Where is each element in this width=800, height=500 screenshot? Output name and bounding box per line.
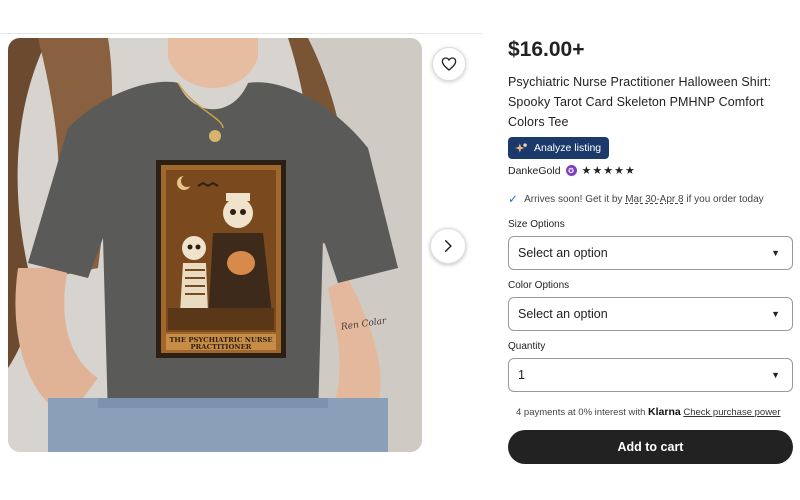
arrival-info: ✓ Arrives soon! Get it by Mar 30-Apr 8 i…	[508, 192, 764, 206]
arrival-prefix: Arrives soon! Get it by	[524, 193, 623, 205]
caret-down-icon: ▼	[771, 370, 780, 380]
listing-title: Psychiatric Nurse Practitioner Halloween…	[508, 75, 772, 129]
quantity-label: Quantity	[508, 341, 546, 352]
favorite-button[interactable]	[432, 47, 466, 81]
size-select-value: Select an option	[518, 246, 608, 260]
shop-name[interactable]: DankeGold	[508, 165, 561, 177]
sparkle-icon	[515, 143, 527, 153]
shop-row: DankeGold ✪ ★★★★★	[508, 164, 636, 178]
product-photo: THE PSYCHIATRIC NURSE PRACTITIONER Ren C…	[8, 38, 422, 452]
price: $16.00+	[508, 38, 585, 61]
quantity-select[interactable]: 1 ▼	[508, 358, 793, 392]
klarna-logo: Klarna	[648, 406, 681, 418]
klarna-text: 4 payments at 0% interest with	[516, 407, 646, 418]
check-purchase-power-link[interactable]: Check purchase power	[683, 407, 780, 418]
analyze-listing-button[interactable]: Analyze listing	[508, 137, 610, 159]
analyze-listing-label: Analyze listing	[534, 142, 602, 154]
chevron-right-icon	[444, 240, 452, 252]
rating-stars[interactable]: ★★★★★	[582, 164, 636, 177]
card-caption-line2: PRACTITIONER	[191, 343, 252, 351]
check-icon: ✓	[508, 192, 519, 206]
color-options-label: Color Options	[508, 280, 570, 291]
caret-down-icon: ▼	[771, 309, 780, 319]
star-seller-icon: ✪	[565, 165, 577, 176]
top-divider	[0, 33, 482, 34]
color-select-value: Select an option	[518, 307, 608, 321]
arrival-dates[interactable]: Mar 30-Apr 8	[625, 194, 683, 205]
quantity-select-value: 1	[518, 368, 525, 382]
size-options-label: Size Options	[508, 219, 565, 230]
next-image-button[interactable]	[430, 228, 466, 264]
caret-down-icon: ▼	[771, 248, 780, 258]
add-to-cart-button[interactable]: Add to cart	[508, 430, 793, 464]
arrival-suffix: if you order today	[686, 193, 764, 205]
product-image[interactable]: THE PSYCHIATRIC NURSE PRACTITIONER Ren C…	[8, 38, 422, 452]
color-select[interactable]: Select an option ▼	[508, 297, 793, 331]
size-select[interactable]: Select an option ▼	[508, 236, 793, 270]
klarna-info: 4 payments at 0% interest with Klarna Ch…	[516, 406, 781, 418]
heart-icon	[441, 57, 457, 71]
